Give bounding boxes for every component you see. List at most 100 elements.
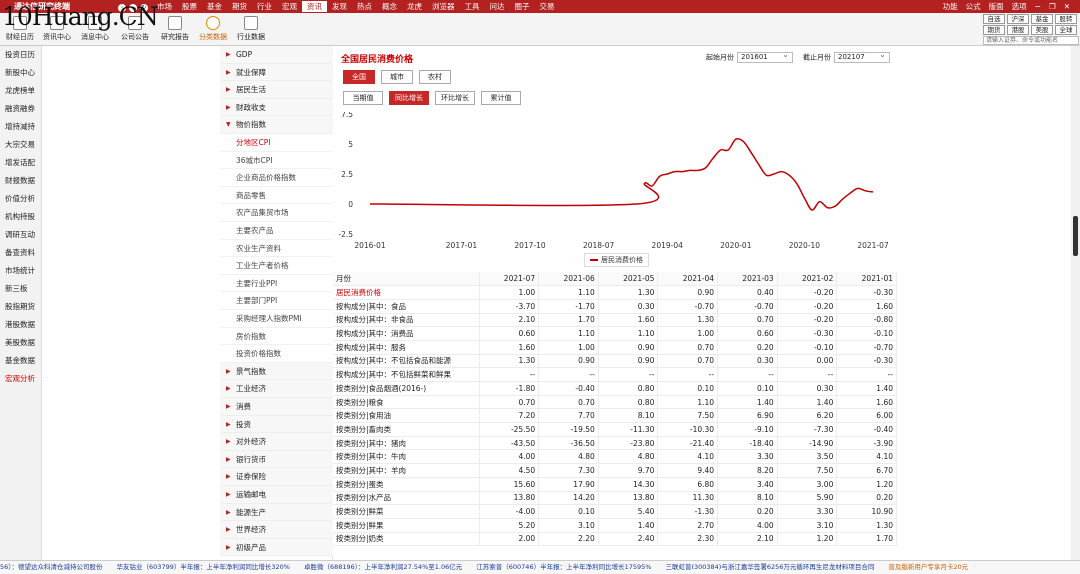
tree-subitem[interactable]: 房价指数 — [220, 327, 333, 346]
top-menu-item[interactable]: 行业 — [252, 1, 277, 12]
quick-button[interactable]: 自选 — [983, 14, 1005, 24]
left-nav-item[interactable]: 融资融券 — [5, 103, 35, 114]
tree-subitem[interactable]: 商品零售 — [220, 186, 333, 205]
quick-button[interactable]: 美股 — [1031, 25, 1053, 35]
top-right-item[interactable]: 选项 — [1008, 1, 1031, 12]
left-nav-item[interactable]: 投资日历 — [5, 49, 35, 60]
table-row[interactable]: 按类别分|其中：羊肉 4.50 7.30 9.70 9.40 8.20 7.50 6.70 — [333, 463, 897, 478]
tree-subitem[interactable]: 农业生产资料 — [220, 239, 333, 258]
tree-subitem[interactable]: 分地区CPI — [220, 134, 333, 152]
top-menu-item[interactable]: 问达 — [485, 1, 510, 12]
tree-subitem[interactable]: 企业商品价格指数 — [220, 169, 333, 187]
table-row[interactable]: 居民消费价格 1.00 1.10 1.30 0.90 0.40 -0.20 -0.30 — [333, 285, 897, 300]
table-row[interactable]: 按构成分|其中：服务 1.60 1.00 0.90 0.70 0.20 -0.10 -0.70 — [333, 340, 897, 355]
left-nav-item[interactable]: 新股中心 — [5, 67, 35, 78]
region-tab[interactable]: 城市 — [381, 70, 413, 84]
table-row[interactable]: 按类别分|其中：猪肉 -43.50 -36.50 -23.80 -21.40 -18.40… — [333, 436, 897, 451]
left-nav-item[interactable]: 增持减持 — [5, 121, 35, 132]
command-input[interactable]: 请输入证券、命令或功能名 — [983, 36, 1079, 45]
tree-category[interactable]: ▶ 财政收支 — [220, 98, 333, 117]
ticker-item[interactable]: 三联虹普(300384)与浙江嘉华签署6256万元循环再生尼龙材料项目合同 — [665, 563, 874, 571]
ticker-item[interactable]: 56）：德望达众科清仓减持公司股份 — [0, 563, 103, 571]
table-row[interactable]: 按构成分|其中：非食品 2.10 1.70 1.60 1.30 0.70 -0.20 -0.8… — [333, 313, 897, 328]
tree-category[interactable]: ▶ 居民生活 — [220, 81, 333, 99]
left-nav-item[interactable]: 美股数据 — [5, 337, 35, 348]
tree-subitem[interactable]: 36城市CPI — [220, 151, 333, 170]
tree-subitem[interactable]: 采购经理人指数PMI — [220, 310, 333, 328]
tree-category[interactable]: ▶ 运输邮电 — [220, 486, 333, 504]
table-row[interactable]: 按类别分|畜肉类 -25.50 -19.50 -11.30 -10.30 -9.10 -7.… — [333, 422, 897, 437]
tree-category[interactable]: ▶ 对外经济 — [220, 433, 333, 451]
tree-category[interactable]: ▶ 世界经济 — [220, 521, 333, 539]
table-row[interactable]: 按类别分|水产品 13.80 14.20 13.80 11.30 8.10 5.90 0.20 — [333, 491, 897, 506]
left-nav-item[interactable]: 基金数据 — [5, 355, 35, 366]
table-row[interactable]: 按类别分|粮食 0.70 0.70 0.80 1.10 1.40 1.40 1.60 — [333, 395, 897, 410]
tree-category[interactable]: ▶ 能源生产 — [220, 503, 333, 522]
ticker-item[interactable]: 华友钴业（603799）半年报：上半年净利润同比增长320% — [117, 563, 290, 571]
left-nav-item[interactable]: 调研互动 — [5, 229, 35, 240]
tree-category[interactable]: ▶ 景气指数 — [220, 362, 333, 381]
tree-category[interactable]: ▼ 物价指数 — [220, 116, 333, 134]
region-tab[interactable]: 农村 — [419, 70, 451, 84]
end-month-select[interactable]: 202107 — [834, 50, 890, 63]
tree-category[interactable]: ▶ 初级产品 — [220, 538, 333, 557]
left-nav-item[interactable]: 龙虎榜单 — [5, 85, 35, 96]
metric-tab[interactable]: 同比增长 — [389, 91, 429, 105]
tree-category[interactable]: ▶ 消费 — [220, 398, 333, 416]
tree-subitem[interactable]: 主要农产品 — [220, 222, 333, 240]
scrollbar-thumb[interactable] — [1073, 216, 1078, 256]
left-nav-item[interactable]: 宏观分析 — [5, 373, 35, 384]
table-row[interactable]: 按类别分|其中：牛肉 4.00 4.80 4.80 4.10 3.30 3.50 4.10 — [333, 449, 897, 465]
start-month-select[interactable]: 201601 — [737, 50, 793, 63]
tree-category[interactable]: ▶ 就业保障 — [220, 63, 333, 82]
tree-category[interactable]: ▶ 证券保险 — [220, 468, 333, 486]
table-row[interactable]: 按类别分|鲜菜 -4.00 0.10 5.40 -1.30 0.20 3.30 10.90 — [333, 504, 897, 519]
quick-button[interactable]: 期货 — [983, 25, 1005, 35]
tree-subitem[interactable]: 投资价格指数 — [220, 345, 333, 363]
quick-button[interactable]: 港股 — [1007, 25, 1029, 35]
table-row[interactable]: 按构成分|其中：不包括食品和能源 1.30 0.90 0.90 0.70 0.30 0.00… — [333, 354, 897, 369]
left-nav-item[interactable]: 港股数据 — [5, 319, 35, 330]
quick-button[interactable]: 沪深 — [1007, 14, 1029, 24]
tree-subitem[interactable]: 工业生产者价格 — [220, 257, 333, 275]
table-row[interactable]: 按类别分|奶类 2.00 2.20 2.40 2.30 2.10 1.20 1.70 — [333, 532, 897, 547]
metric-tab[interactable]: 累计值 — [481, 91, 521, 105]
tree-subitem[interactable]: 主要行业PPI — [220, 274, 333, 293]
left-nav-item[interactable]: 大宗交易 — [5, 139, 35, 150]
table-row[interactable]: 按类别分|食用油 7.20 7.70 8.10 7.50 6.90 6.20 6.00 — [333, 408, 897, 424]
table-row[interactable]: 按类别分|鲜果 5.20 3.10 1.40 2.70 4.00 3.10 1.30 — [333, 518, 897, 533]
minimize-icon[interactable]: − — [1031, 1, 1045, 12]
top-right-item[interactable]: 功能 — [939, 1, 962, 12]
top-menu-item[interactable]: 交易 — [535, 1, 560, 12]
left-nav-item[interactable]: 价值分析 — [5, 193, 35, 204]
left-nav-item[interactable]: 市场统计 — [5, 265, 35, 276]
top-menu-item[interactable]: 热点 — [352, 1, 377, 12]
metric-tab[interactable]: 当期值 — [343, 91, 383, 105]
left-nav-item[interactable]: 财报数据 — [5, 175, 35, 186]
top-menu-item[interactable]: 基金 — [202, 1, 227, 12]
region-tab[interactable]: 全国 — [343, 70, 375, 84]
toolbar-item[interactable]: 行业数据 — [234, 16, 268, 42]
quick-button[interactable]: 全球 — [1055, 25, 1077, 35]
top-menu-item[interactable]: 圈子 — [510, 1, 535, 12]
tree-category[interactable]: ▶ GDP — [220, 46, 333, 64]
left-nav-item[interactable]: 股指期货 — [5, 301, 35, 312]
table-row[interactable]: 按类别分|蛋类 15.60 17.90 14.30 6.80 3.40 3.00 1.20 — [333, 477, 897, 492]
ticker-item[interactable]: 江苏索普（600746）半年报：上半年净利同比增长17595% — [476, 563, 651, 571]
left-nav-item[interactable]: 增发话配 — [5, 157, 35, 168]
table-row[interactable]: 按类别分|食品烟酒(2016-) -1.80 -0.40 0.80 0.10 0.10 0.… — [333, 381, 897, 396]
top-menu-item[interactable]: 概念 — [377, 1, 402, 12]
close-icon[interactable]: ✕ — [1060, 1, 1074, 12]
toolbar-item[interactable]: 分类数据 — [196, 16, 230, 42]
quick-button[interactable]: 基金 — [1031, 14, 1053, 24]
metric-tab[interactable]: 环比增长 — [435, 91, 475, 105]
top-menu-item[interactable]: 发现 — [327, 1, 352, 12]
scrollbar[interactable] — [1071, 46, 1080, 560]
toolbar-item[interactable]: 研究报告 — [158, 16, 192, 42]
top-menu-item[interactable]: 资讯 — [302, 1, 327, 12]
tree-category[interactable]: ▶ 投资 — [220, 415, 333, 434]
top-right-item[interactable]: 公式 — [962, 1, 985, 12]
tree-category[interactable]: ▶ 工业经济 — [220, 380, 333, 398]
quick-button[interactable]: 股转 — [1055, 14, 1077, 24]
tree-subitem[interactable]: 农产品集贸市场 — [220, 204, 333, 222]
